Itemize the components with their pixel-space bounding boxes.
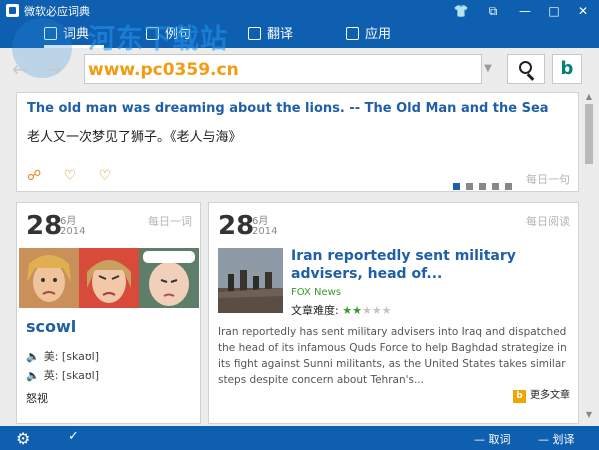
daily-reading-card: 28 6月 2014 每日阅读 Iran reportedly sent mil… xyxy=(208,202,579,424)
carousel-dot[interactable] xyxy=(453,183,460,190)
apps-icon xyxy=(346,27,359,40)
star-icon: ★★ xyxy=(342,304,362,317)
scroll-up-icon[interactable]: ▲ xyxy=(584,92,594,102)
sentence-english[interactable]: The old man was dreaming about the lions… xyxy=(27,101,549,116)
close-icon[interactable]: ✕ xyxy=(570,0,596,22)
chevron-down-icon[interactable]: ▼ xyxy=(478,54,498,84)
sentence-chinese: 老人又一次梦见了狮子。《老人与海》 xyxy=(27,130,242,145)
word-date-year: 2014 xyxy=(60,226,86,237)
bing-small-icon: b xyxy=(513,390,526,403)
search-icon xyxy=(519,61,532,74)
window-title: 微软必应词典 xyxy=(24,5,90,18)
scrollbar[interactable]: ▲ ▼ xyxy=(584,92,594,422)
word-date-month: 6月 xyxy=(60,216,77,227)
word-of-day[interactable]: scowl xyxy=(26,317,76,336)
article-summary: Iran reportedly has sent military advise… xyxy=(218,326,567,386)
search-icon-handle xyxy=(526,73,535,81)
toggle-capture-word[interactable]: — 取词 xyxy=(474,431,511,447)
maximize-icon[interactable]: □ xyxy=(541,0,567,22)
pron-uk-value: [skaʊl] xyxy=(61,369,100,382)
carousel-dot[interactable] xyxy=(479,183,486,190)
article-source: FOX News xyxy=(291,287,342,298)
shirt-icon[interactable]: 👕 xyxy=(448,0,474,22)
capture-word-label: 取词 xyxy=(488,433,511,446)
wordbook-icon[interactable]: ✓ xyxy=(68,429,79,444)
select-translate-label: 划译 xyxy=(552,433,575,446)
watermark-url: www.pc0359.cn xyxy=(88,60,239,80)
pron-us: 🔈 美: [skaʊl] xyxy=(26,348,99,364)
article-date-month: 6月 xyxy=(252,216,269,227)
pron-uk: 🔈 英: [skaʊl] xyxy=(26,367,99,383)
sentence-actions: ☍ ♡ ♡ xyxy=(27,168,129,184)
carousel-dot[interactable] xyxy=(466,183,473,190)
pron-uk-label: 英: xyxy=(43,369,59,382)
back-icon[interactable]: ← xyxy=(12,57,29,81)
speaker-icon[interactable]: 🔈 xyxy=(26,369,40,382)
carousel-dots xyxy=(453,175,518,194)
article-title[interactable]: Iran reportedly sent military advisers, … xyxy=(291,247,573,283)
article-difficulty: 文章难度: ★★★★★ xyxy=(291,302,392,318)
speaker-icon[interactable]: 🔈 xyxy=(26,350,40,363)
scroll-down-icon[interactable]: ▼ xyxy=(584,410,594,420)
history-arrows: ← → xyxy=(12,54,77,84)
bing-icon: b xyxy=(560,58,574,79)
more-articles-label: 更多文章 xyxy=(530,390,570,401)
word-of-day-card: 28 6月 2014 每日一词 scowl 🔈 美: [skaʊl] 🔈 英: [s… xyxy=(16,202,201,424)
carousel-dot[interactable] xyxy=(492,183,499,190)
article-thumbnail[interactable] xyxy=(218,248,283,313)
article-date-day: 28 xyxy=(218,211,255,241)
star-empty-icon: ★★★ xyxy=(361,304,392,317)
word-date-day: 28 xyxy=(26,211,63,241)
tab-apps[interactable]: 应用 xyxy=(346,22,391,48)
broken-heart-icon[interactable]: ♡ xyxy=(99,168,112,184)
heart-icon[interactable]: ♡ xyxy=(64,168,77,184)
pron-us-value: [skaʊl] xyxy=(61,350,100,363)
difficulty-stars: ★★★★★ xyxy=(342,304,391,317)
toggle-select-translate[interactable]: — 划译 xyxy=(538,431,575,447)
app-icon xyxy=(6,4,19,17)
watermark-text: 河东下载站 xyxy=(88,24,228,55)
daily-sentence-tag: 每日一句 xyxy=(526,173,570,186)
scowl-photo-3 xyxy=(139,248,199,308)
tab-apps-label: 应用 xyxy=(365,27,392,42)
bing-button[interactable]: b xyxy=(552,54,582,84)
restore-icon[interactable]: ⧉ xyxy=(480,0,506,22)
word-card-tag: 每日一词 xyxy=(148,215,192,228)
share-icon[interactable]: ☍ xyxy=(27,168,41,184)
difficulty-label: 文章难度: xyxy=(291,304,339,317)
minimize-icon[interactable]: — xyxy=(512,0,538,22)
more-articles-link[interactable]: b 更多文章 xyxy=(513,386,570,403)
bottom-bar: ⚙ ✓ — 取词 — 划译 xyxy=(0,426,599,450)
search-button[interactable] xyxy=(507,54,545,84)
scroll-thumb[interactable] xyxy=(585,104,593,164)
scowl-photo-1 xyxy=(19,248,79,308)
tab-translate-label: 翻译 xyxy=(267,27,294,42)
pron-us-label: 美: xyxy=(43,350,59,363)
translate-icon xyxy=(248,27,261,40)
tab-translate[interactable]: 翻译 xyxy=(248,22,293,48)
article-date-year: 2014 xyxy=(252,226,278,237)
carousel-dot[interactable] xyxy=(505,183,512,190)
daily-sentence-panel: The old man was dreaming about the lions… xyxy=(16,92,579,192)
forward-icon[interactable]: → xyxy=(45,57,62,81)
scowl-photo-2 xyxy=(79,248,139,308)
word-meaning: 怒视 xyxy=(26,392,48,405)
gear-icon[interactable]: ⚙ xyxy=(16,429,30,448)
article-card-tag: 每日阅读 xyxy=(526,215,570,228)
